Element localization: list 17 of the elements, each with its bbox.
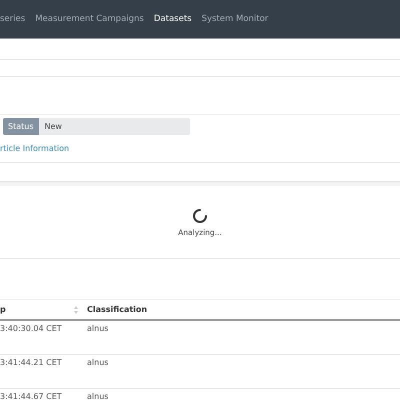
table-cell: alnus	[87, 324, 108, 333]
nav-link[interactable]: series	[0, 14, 26, 24]
spinner-icon	[192, 208, 208, 224]
table-cell: 3:41:44.21 CET	[0, 358, 62, 367]
article-information-link[interactable]: rticle Information	[0, 144, 70, 153]
nav-link[interactable]: Datasets	[154, 14, 192, 24]
table-cell: 3:40:30.04 CET	[0, 324, 62, 333]
nav-link[interactable]: Measurement Campaigns	[35, 14, 144, 24]
nav-link[interactable]: System Monitor	[202, 14, 268, 24]
column-header: p	[0, 305, 6, 314]
table-cell: 3:41:44.67 CET	[0, 392, 62, 400]
status-field[interactable]: New	[38, 118, 190, 135]
table-cell: alnus	[87, 392, 108, 400]
sort-icon[interactable]	[74, 306, 78, 314]
column-header: Classification	[87, 305, 148, 314]
status-label: Status	[3, 118, 38, 135]
table-cell: alnus	[87, 358, 108, 367]
